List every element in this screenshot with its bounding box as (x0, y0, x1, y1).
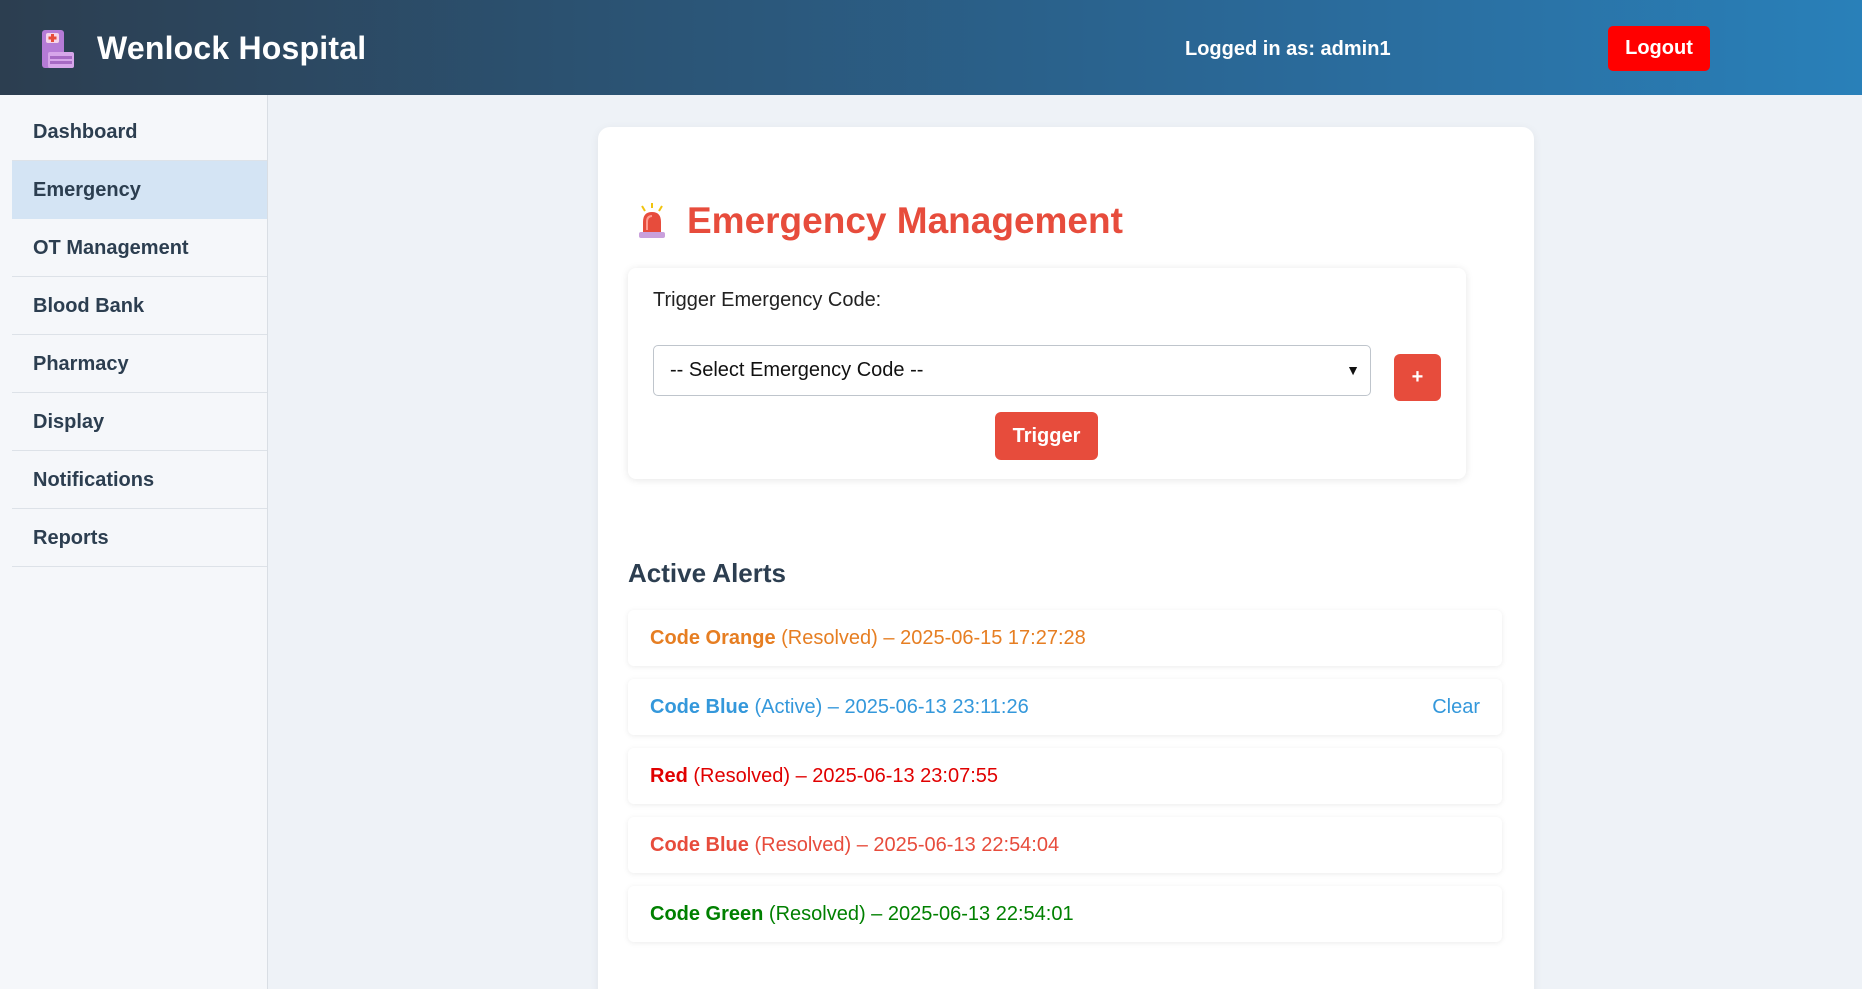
sidebar-item-blood-bank[interactable]: Blood Bank (12, 277, 267, 335)
alert-details: (Resolved) – 2025-06-13 23:07:55 (687, 765, 999, 787)
alert-code: Code Green (650, 903, 764, 925)
chevron-down-icon: ▼ (1346, 362, 1360, 378)
trigger-button[interactable]: Trigger (995, 412, 1098, 460)
alert-code: Code Orange (650, 627, 776, 649)
siren-icon (639, 203, 665, 238)
emergency-code-select[interactable]: -- Select Emergency Code -- ▼ (653, 345, 1371, 396)
alert-code: Code Blue (650, 696, 749, 718)
page-title: Emergency Management (687, 200, 1123, 241)
alert-details: (Resolved) – 2025-06-13 22:54:04 (748, 834, 1060, 856)
alert-code: Red (650, 765, 688, 787)
alert-details: (Resolved) – 2025-06-15 17:27:28 (775, 627, 1086, 649)
active-alerts-title: Active Alerts (628, 558, 786, 588)
alert-row: Red (Resolved) – 2025-06-13 23:07:55 (628, 748, 1502, 804)
alert-row: Code Green (Resolved) – 2025-06-13 22:54… (628, 886, 1502, 942)
alert-row: Code Orange (Resolved) – 2025-06-15 17:2… (628, 610, 1502, 666)
logout-button[interactable]: Logout (1608, 26, 1710, 71)
sidebar-item-display[interactable]: Display (12, 393, 267, 451)
select-value: -- Select Emergency Code -- (670, 359, 924, 381)
sidebar: Dashboard Emergency OT Management Blood … (0, 95, 268, 989)
brand-title: Wenlock Hospital (97, 30, 367, 66)
trigger-label: Trigger Emergency Code: (653, 289, 882, 311)
top-header: Wenlock Hospital Logged in as: admin1 Lo… (0, 0, 1862, 95)
alert-code: Code Blue (650, 834, 749, 856)
sidebar-item-ot-management[interactable]: OT Management (12, 219, 267, 277)
alert-details: (Active) – 2025-06-13 23:11:26 (748, 696, 1029, 718)
clear-alert-link[interactable]: Clear (1432, 679, 1480, 735)
sidebar-item-notifications[interactable]: Notifications (12, 451, 267, 509)
sidebar-item-emergency[interactable]: Emergency (12, 161, 267, 219)
alert-row: Code Blue (Resolved) – 2025-06-13 22:54:… (628, 817, 1502, 873)
sidebar-item-dashboard[interactable]: Dashboard (12, 103, 267, 161)
sidebar-item-reports[interactable]: Reports (12, 509, 267, 567)
alert-details: (Resolved) – 2025-06-13 22:54:01 (763, 903, 1074, 925)
alert-row: Code Blue (Active) – 2025-06-13 23:11:26… (628, 679, 1502, 735)
add-code-button[interactable]: + (1394, 354, 1441, 401)
sidebar-item-pharmacy[interactable]: Pharmacy (12, 335, 267, 393)
hospital-icon (42, 30, 74, 68)
logged-in-user: Logged in as: admin1 (1185, 38, 1391, 60)
